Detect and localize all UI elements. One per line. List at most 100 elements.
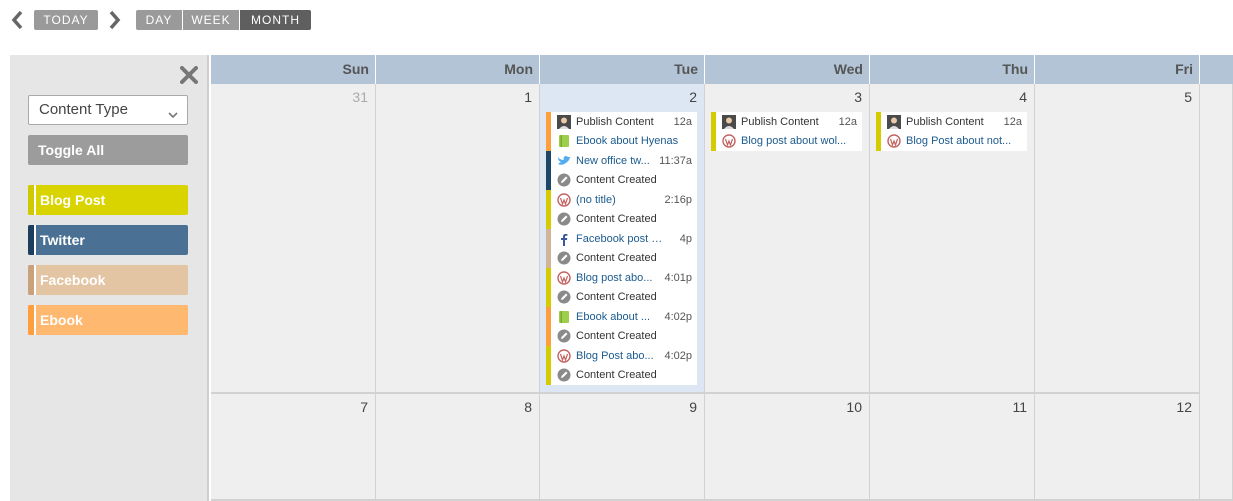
event-color-bar [546,268,551,307]
calendar-event[interactable]: Publish Content 12a Blog Post about not... [876,112,1027,151]
calendar-event[interactable]: (no title) 2:16p Content Created [546,190,697,229]
day-cell-saturday-partial[interactable] [1200,84,1233,501]
event-time: 4:02p [664,350,692,362]
filter-twitter[interactable]: Twitter [28,225,188,255]
pencil-icon [557,251,571,265]
weekday-tue: Tue [540,55,705,84]
content-type-select[interactable]: Content Type [28,95,188,125]
calendar-event[interactable]: Blog Post abo... 4:02p Content Created [546,346,697,385]
day-cell-week2-sun[interactable]: 7 [211,394,376,501]
calendar-event[interactable]: Publish Content 12a Blog post about wol... [711,112,862,151]
event-title[interactable]: (no title) [576,193,668,207]
calendar-event[interactable]: New office tw... 11:37a Content Created [546,151,697,190]
event-subtitle[interactable]: Ebook about Hyenas [576,134,694,148]
event-time: 12a [838,116,857,128]
event-title[interactable]: Blog post abo... [576,271,668,285]
filter-color-stripe [28,305,36,335]
day-cell-week2-fri[interactable]: 12 [1035,394,1200,501]
calendar-event[interactable]: Blog post abo... 4:01p Content Created [546,268,697,307]
day-cell-week1-sun[interactable]: 31 [211,84,376,394]
next-arrow-icon[interactable] [108,9,122,31]
event-time: 4p [679,233,692,245]
event-title[interactable]: Facebook post of ... [576,232,668,246]
day-cell-week2-thu[interactable]: 11 [870,394,1035,501]
book-icon [557,134,571,148]
event-color-bar [546,229,551,268]
event-subtitle: Content Created [576,174,657,186]
event-subtitle[interactable]: Blog post about wol... [741,134,859,148]
event-subtitle: Content Created [576,369,657,381]
event-color-bar [876,112,881,151]
facebook-icon [557,232,571,246]
weekday-thu: Thu [870,55,1035,84]
month-calendar: Sun Mon Tue Wed Thu Fri 31 1 2 Publish Content 12… [211,55,1233,501]
today-button[interactable]: TODAY [34,10,98,30]
day-cell-week1-tue[interactable]: 2 Publish Content 12a Ebook about Hyenas New… [540,84,705,394]
day-cell-week1-thu[interactable]: 4 Publish Content 12a Blog Post about not..… [870,84,1035,394]
filter-ebook[interactable]: Ebook [28,305,188,335]
wordpress-icon [557,349,571,363]
day-cell-week2-wed[interactable]: 10 [705,394,870,501]
pencil-icon [557,329,571,343]
day-cell-week2-tue[interactable]: 9 [540,394,705,501]
event-title: Publish Content [906,116,984,128]
content-type-select-value: Content Type [39,101,128,118]
day-number: 5 [1184,89,1192,105]
event-time: 12a [673,116,692,128]
day-number: 31 [352,89,368,105]
event-color-bar [546,307,551,346]
twitter-bird-icon [557,154,571,168]
pencil-icon [557,368,571,382]
calendar-event[interactable]: Publish Content 12a Ebook about Hyenas [546,112,697,151]
event-time: 11:37a [659,155,692,167]
event-title: Publish Content [576,116,654,128]
event-title[interactable]: Ebook about ... [576,310,668,324]
day-number: 3 [854,89,862,105]
event-title[interactable]: New office tw... [576,154,668,168]
filter-blog-post[interactable]: Blog Post [28,185,188,215]
day-number: 10 [846,399,862,415]
day-cell-week1-mon[interactable]: 1 [376,84,540,394]
wordpress-icon [557,271,571,285]
day-number: 9 [689,399,697,415]
filter-color-stripe [28,225,36,255]
avatar-icon [557,115,571,129]
calendar-event[interactable]: Facebook post of ... 4p Content Created [546,229,697,268]
day-number: 8 [524,399,532,415]
day-number: 4 [1019,89,1027,105]
event-color-bar [546,151,551,190]
weekday-mon: Mon [376,55,540,84]
event-time: 4:01p [664,272,692,284]
book-icon [557,310,571,324]
wordpress-icon [887,134,901,148]
event-title: Publish Content [741,116,819,128]
weekday-fri: Fri [1035,55,1200,84]
event-time: 12a [1003,116,1022,128]
event-time: 2:16p [664,194,692,206]
pencil-icon [557,290,571,304]
event-time: 4:02p [664,311,692,323]
toggle-all-button[interactable]: Toggle All [28,135,188,165]
filter-label: Ebook [40,312,83,328]
event-title[interactable]: Blog Post abo... [576,349,668,363]
day-number: 12 [1176,399,1192,415]
previous-arrow-icon[interactable] [10,9,24,31]
calendar-event[interactable]: Ebook about ... 4:02p Content Created [546,307,697,346]
event-subtitle[interactable]: Blog Post about not... [906,134,1024,148]
day-number: 7 [360,399,368,415]
pencil-icon [557,173,571,187]
avatar-icon [722,115,736,129]
event-color-bar [711,112,716,151]
view-month-button[interactable]: MONTH [240,10,311,30]
wordpress-icon [722,134,736,148]
filter-color-stripe [28,265,36,295]
day-cell-week1-fri[interactable]: 5 [1035,84,1200,394]
day-cell-week1-wed[interactable]: 3 Publish Content 12a Blog post about wol..… [705,84,870,394]
day-cell-week2-mon[interactable]: 8 [376,394,540,501]
event-color-bar [546,346,551,385]
view-week-button[interactable]: WEEK [183,10,239,30]
view-day-button[interactable]: DAY [136,10,182,30]
filter-color-stripe [28,185,36,215]
filter-facebook[interactable]: Facebook [28,265,188,295]
close-icon[interactable] [180,66,198,84]
